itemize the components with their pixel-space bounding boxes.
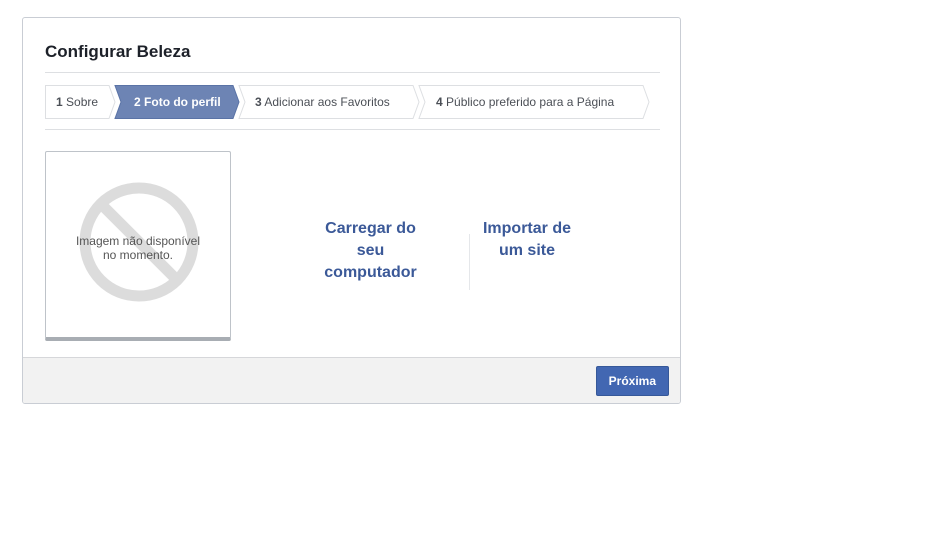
step-label: Sobre — [66, 95, 99, 109]
import-from-site-link[interactable]: Importar de um site — [475, 218, 579, 262]
dialog-footer: Próxima — [23, 357, 680, 403]
divider — [45, 72, 660, 73]
step-label: Público preferido para a Página — [446, 95, 615, 109]
step-label: Foto do perfil — [144, 95, 221, 109]
vertical-divider — [469, 234, 470, 290]
step-breadcrumb: 1 Sobre 2 Foto do perfil 3 Adicionar aos… — [45, 85, 660, 119]
step-number: 1 — [56, 95, 63, 109]
step-number: 4 — [436, 95, 443, 109]
step-3-adicionar-favoritos[interactable]: 3 Adicionar aos Favoritos — [255, 85, 390, 119]
profile-photo-placeholder: Imagem não disponível no momento. — [45, 151, 231, 341]
divider — [45, 129, 660, 130]
setup-dialog: Configurar Beleza 1 Sobre 2 Foto do perf… — [22, 17, 681, 404]
next-button[interactable]: Próxima — [595, 366, 669, 396]
dialog-title: Configurar Beleza — [45, 42, 191, 61]
image-unavailable-text: Imagem não disponível no momento. — [75, 234, 201, 262]
step-2-foto-do-perfil[interactable]: 2 Foto do perfil — [134, 85, 221, 119]
upload-from-computer-link[interactable]: Carregar do seu computador — [313, 218, 428, 284]
step-4-publico-preferido[interactable]: 4 Público preferido para a Página — [436, 85, 614, 119]
step-label: Adicionar aos Favoritos — [264, 95, 390, 109]
step-number: 3 — [255, 95, 262, 109]
step-1-sobre[interactable]: 1 Sobre — [56, 85, 98, 119]
step-number: 2 — [134, 95, 141, 109]
